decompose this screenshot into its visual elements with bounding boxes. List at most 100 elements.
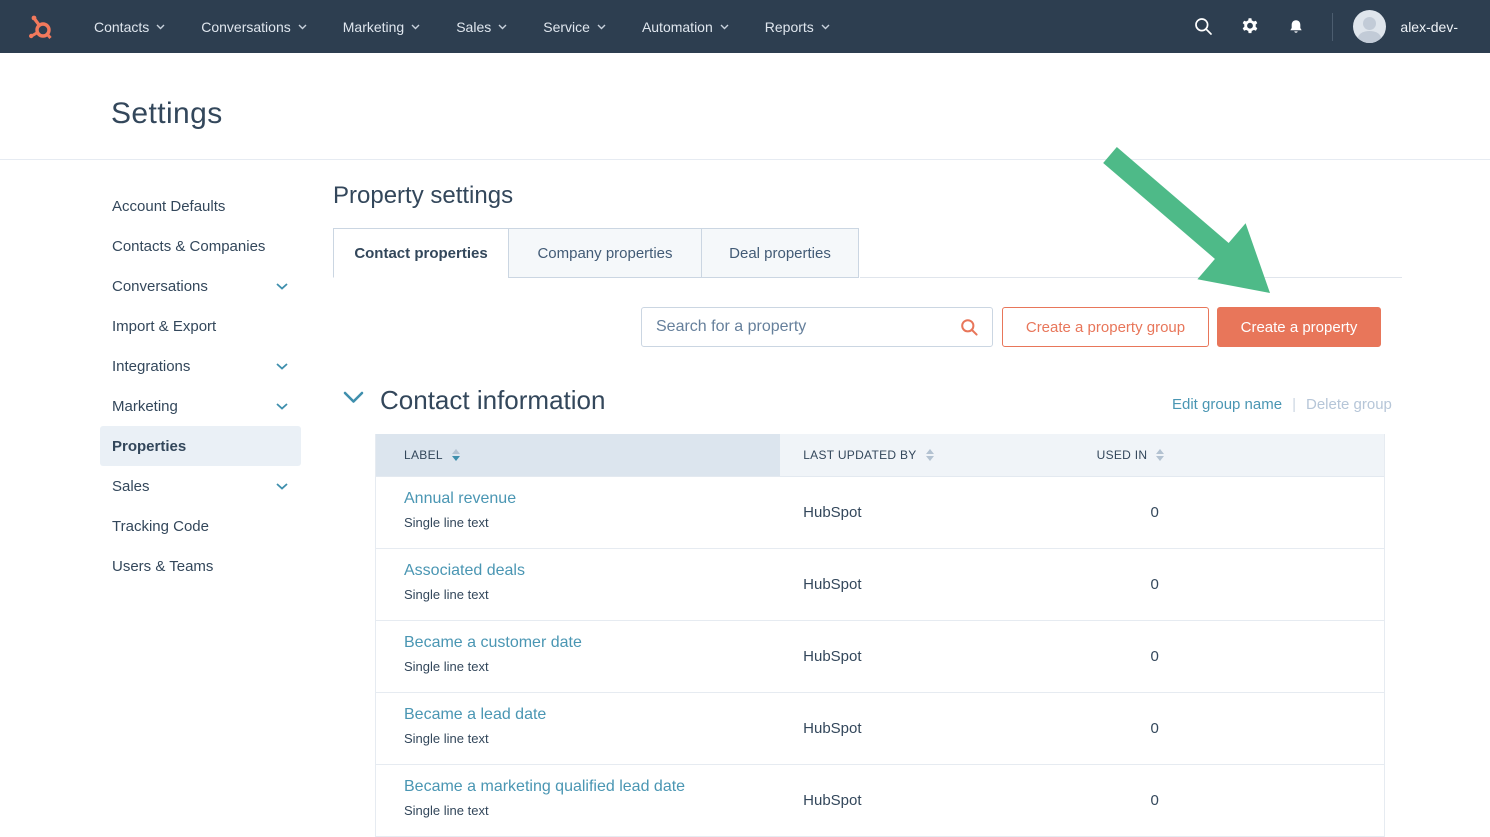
table-row: Became a lead dateSingle line text HubSp… (376, 693, 1384, 765)
nav-item-service[interactable]: Service (543, 19, 606, 35)
property-type: Single line text (404, 731, 780, 746)
sidebar-item-integrations[interactable]: Integrations (100, 346, 301, 386)
sort-icon[interactable] (1156, 449, 1164, 461)
chevron-down-icon (720, 24, 729, 30)
nav-item-conversations[interactable]: Conversations (201, 19, 307, 35)
property-link[interactable]: Associated deals (404, 562, 525, 580)
search-icon[interactable] (1194, 17, 1213, 36)
table-row: Became a marketing qualified lead date Si… (376, 765, 1384, 837)
bell-icon[interactable] (1287, 18, 1305, 35)
page-title: Settings (111, 97, 223, 131)
tab-deal-properties[interactable]: Deal properties (701, 228, 859, 278)
property-link[interactable]: Annual revenue (404, 490, 516, 508)
annotation-arrow (1093, 141, 1288, 306)
group-links: Edit group name | Delete group (1172, 396, 1392, 413)
column-header-text: USED IN (1097, 448, 1148, 462)
gear-icon[interactable] (1240, 17, 1260, 36)
used-in-value: 0 (1075, 477, 1384, 548)
property-type: Single line text (404, 659, 780, 674)
property-link[interactable]: Became a marketing qualified lead date (404, 778, 685, 796)
group-title: Contact information (380, 385, 605, 416)
sidebar-item-label: Integrations (112, 358, 190, 375)
column-header-last-updated-by[interactable]: LAST UPDATED BY (780, 434, 1074, 476)
property-settings-title: Property settings (333, 182, 513, 210)
property-type: Single line text (404, 587, 780, 602)
sidebar-item-label: Import & Export (112, 318, 216, 335)
chevron-down-icon (276, 483, 288, 490)
create-property-button[interactable]: Create a property (1217, 307, 1381, 347)
sidebar-item-label: Users & Teams (112, 558, 213, 575)
sort-icon[interactable] (926, 449, 934, 461)
nav-item-reports[interactable]: Reports (765, 19, 830, 35)
column-header-text: LABEL (404, 448, 443, 462)
used-in-value: 0 (1075, 693, 1384, 764)
property-search (641, 307, 993, 347)
nav-item-label: Contacts (94, 19, 149, 35)
sidebar-item-tracking-code[interactable]: Tracking Code (100, 506, 301, 546)
property-type: Single line text (404, 515, 780, 530)
nav-item-contacts[interactable]: Contacts (94, 19, 165, 35)
sidebar-item-label: Tracking Code (112, 518, 209, 535)
settings-sidebar: Account Defaults Contacts & Companies Co… (100, 186, 301, 586)
sidebar-item-contacts-companies[interactable]: Contacts & Companies (100, 226, 301, 266)
column-header-used-in[interactable]: USED IN (1075, 434, 1384, 476)
used-in-value: 0 (1075, 765, 1384, 836)
property-link[interactable]: Became a customer date (404, 634, 582, 652)
tab-company-properties[interactable]: Company properties (508, 228, 702, 278)
sidebar-item-users-teams[interactable]: Users & Teams (100, 546, 301, 586)
link-separator: | (1292, 396, 1296, 413)
top-nav: Contacts Conversations Marketing Sales S… (0, 0, 1490, 53)
search-input[interactable] (642, 318, 960, 336)
last-updated-by-value: HubSpot (780, 477, 1074, 548)
tab-contact-properties[interactable]: Contact properties (333, 228, 509, 278)
username: alex-dev- (1400, 19, 1458, 35)
edit-group-name-link[interactable]: Edit group name (1172, 396, 1282, 413)
chevron-down-icon (276, 283, 288, 290)
property-type: Single line text (404, 803, 780, 818)
last-updated-by-value: HubSpot (780, 765, 1074, 836)
used-in-value: 0 (1075, 621, 1384, 692)
table-row: Associated deals Single line text HubSpot… (376, 549, 1384, 621)
collapse-group-chevron-icon[interactable] (343, 391, 364, 409)
sidebar-item-label: Sales (112, 478, 150, 495)
nav-divider (1332, 13, 1333, 41)
sidebar-item-sales[interactable]: Sales (100, 466, 301, 506)
column-header-text: LAST UPDATED BY (803, 448, 916, 462)
sidebar-item-marketing[interactable]: Marketing (100, 386, 301, 426)
delete-group-link[interactable]: Delete group (1306, 396, 1392, 413)
nav-item-automation[interactable]: Automation (642, 19, 729, 35)
properties-table: LABEL LAST UPDATED BY USED IN Annual rev… (375, 434, 1385, 837)
property-link[interactable]: Became a lead date (404, 706, 546, 724)
sidebar-item-account-defaults[interactable]: Account Defaults (100, 186, 301, 226)
table-row: Annual revenue Single line text HubSpot 0 (376, 477, 1384, 549)
sidebar-item-label: Contacts & Companies (112, 238, 265, 255)
sort-icon[interactable] (452, 449, 460, 461)
chevron-down-icon (597, 24, 606, 30)
tab-baseline (860, 277, 1402, 278)
last-updated-by-value: HubSpot (780, 549, 1074, 620)
chevron-down-icon (298, 24, 307, 30)
sidebar-item-label: Account Defaults (112, 198, 225, 215)
user-menu[interactable]: alex-dev- (1353, 10, 1458, 43)
sidebar-item-label: Marketing (112, 398, 178, 415)
header-divider (0, 159, 1490, 160)
hubspot-logo-icon[interactable] (27, 12, 57, 42)
avatar (1353, 10, 1386, 43)
search-icon[interactable] (960, 318, 979, 337)
sidebar-item-label: Properties (112, 438, 186, 455)
sidebar-item-properties[interactable]: Properties (100, 426, 301, 466)
nav-right: alex-dev- (1167, 10, 1458, 43)
nav-item-label: Marketing (343, 19, 404, 35)
nav-item-sales[interactable]: Sales (456, 19, 507, 35)
table-header-row: LABEL LAST UPDATED BY USED IN (376, 434, 1384, 477)
nav-item-label: Sales (456, 19, 491, 35)
sidebar-item-label: Conversations (112, 278, 208, 295)
property-tabs: Contact properties Company properties De… (333, 228, 859, 278)
create-property-group-button[interactable]: Create a property group (1002, 307, 1209, 347)
nav-item-marketing[interactable]: Marketing (343, 19, 420, 35)
table-row: Became a customer dateSingle line text H… (376, 621, 1384, 693)
column-header-label[interactable]: LABEL (376, 434, 780, 476)
chevron-down-icon (276, 403, 288, 410)
sidebar-item-import-export[interactable]: Import & Export (100, 306, 301, 346)
sidebar-item-conversations[interactable]: Conversations (100, 266, 301, 306)
